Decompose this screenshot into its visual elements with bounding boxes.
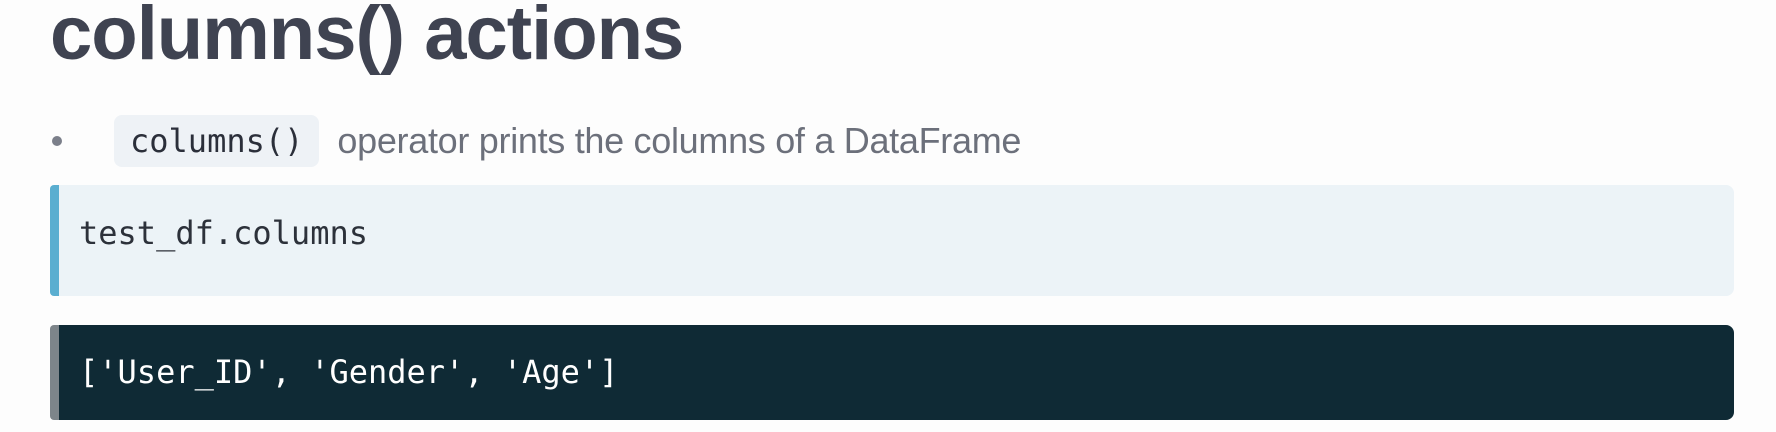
- code-text: test_df.columns: [79, 214, 368, 252]
- slide-title: columns() actions: [50, 0, 684, 76]
- output-block: ['User_ID', 'Gender', 'Age']: [50, 325, 1734, 420]
- bullet-text: operator prints the columns of a DataFra…: [337, 120, 1022, 161]
- bullet-item: columns() operator prints the columns of…: [50, 114, 1021, 168]
- code-block[interactable]: test_df.columns: [50, 185, 1734, 296]
- output-text: ['User_ID', 'Gender', 'Age']: [79, 353, 619, 391]
- inline-code: columns(): [114, 115, 320, 167]
- bullet-dot-icon: [52, 136, 62, 146]
